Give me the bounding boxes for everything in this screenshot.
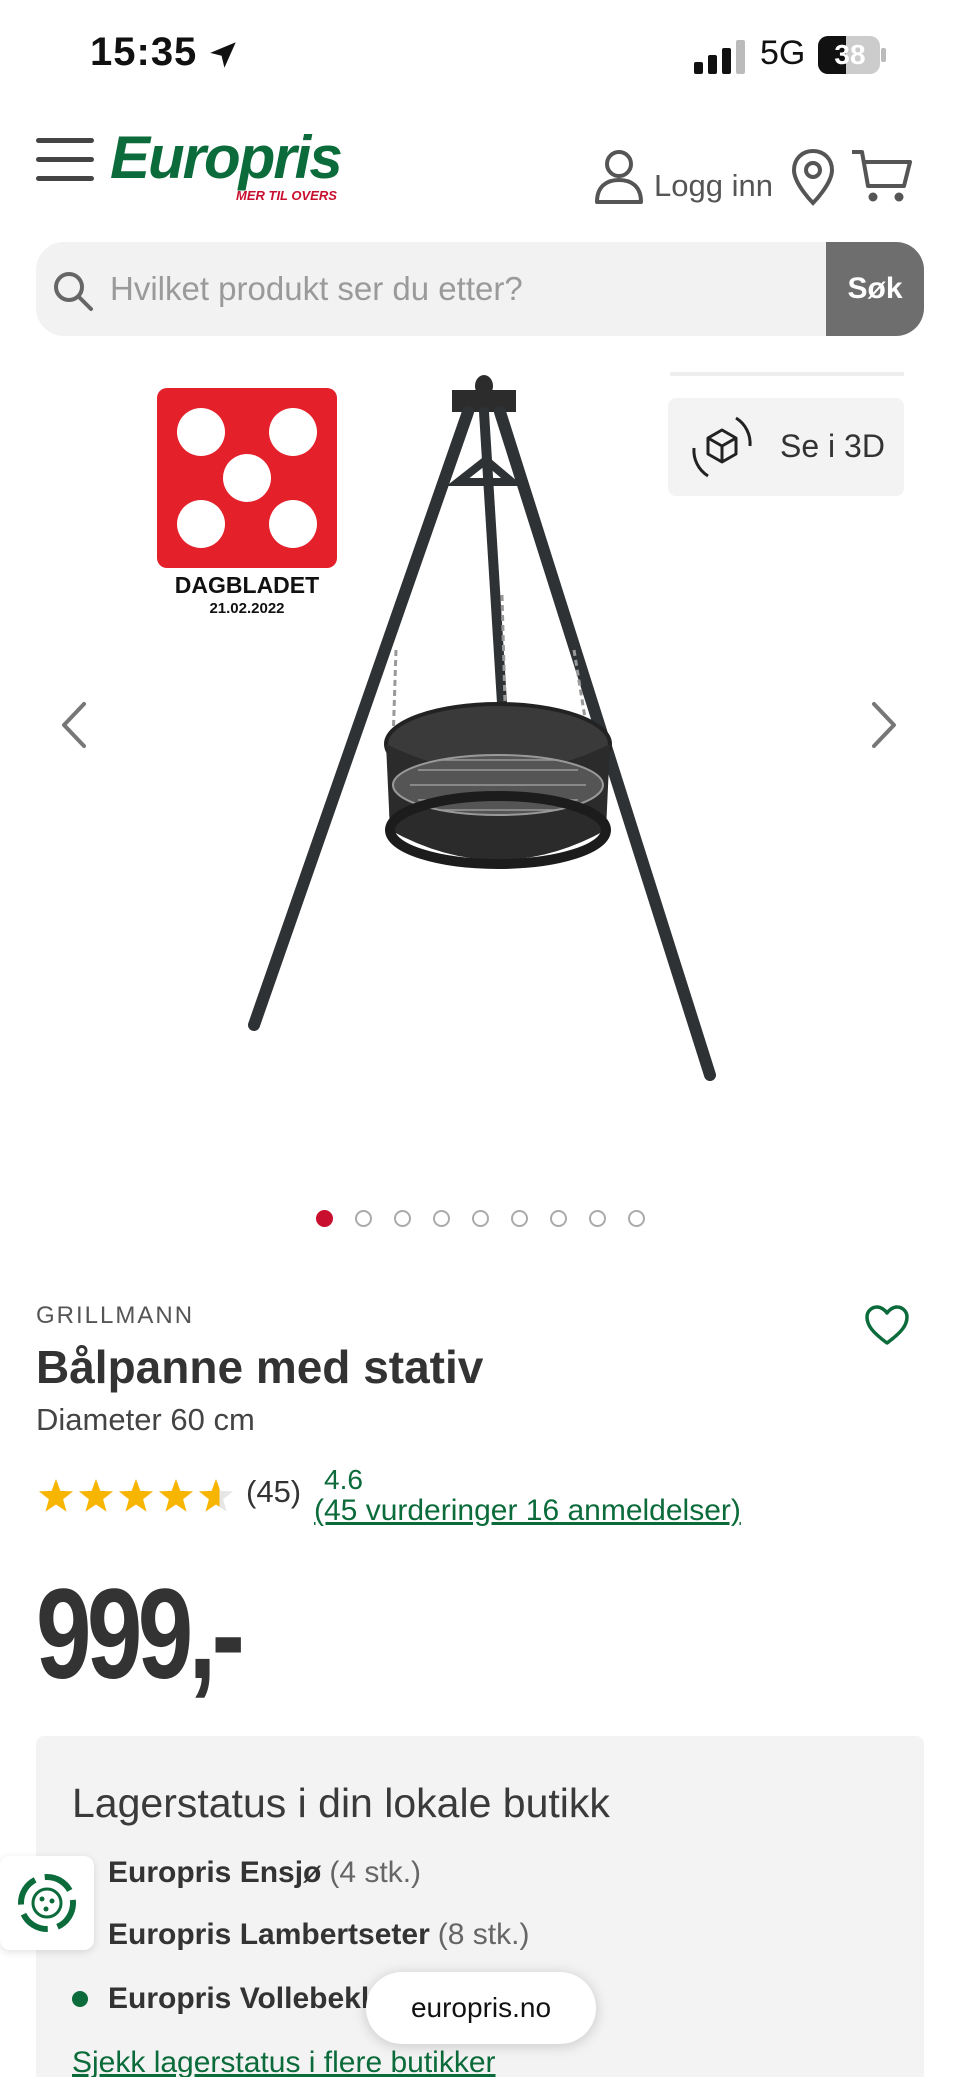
battery-level: 38 [834,39,866,70]
search-button[interactable]: Søk [826,242,924,336]
product-image [248,375,716,1081]
store-locator-icon[interactable] [790,148,836,206]
gallery-dot[interactable] [471,1210,489,1227]
product-brand[interactable]: GRILLMANN [36,1302,194,1330]
rating-value: 4.6 [324,1464,363,1495]
gallery-dot[interactable] [393,1210,411,1227]
status-time: 15:35 [90,30,198,74]
store-row: Europris Ensjø (4 stk.) [72,1856,421,1890]
product-title: Bålpanne med stativ [36,1341,484,1393]
cellular-signal-icon [694,40,745,74]
search-icon [54,272,93,311]
logo-tagline: MER TIL OVERS [236,188,337,203]
star-icon [38,1479,74,1512]
reviews-link[interactable]: (45 vurderinger 16 anmeldelser) [314,1494,741,1528]
review-count[interactable]: (45) [246,1474,301,1510]
gallery-dot[interactable] [354,1210,372,1227]
check-more-stores-link[interactable]: Sjekk lagerstatus i flere butikker [72,2046,496,2077]
product-price: 999,- [36,1563,245,1706]
favorite-heart-icon[interactable] [864,1304,910,1346]
store-name: Europris Lambertseter [108,1918,430,1951]
rating-stars[interactable] [36,1476,236,1516]
store-name: Europris Ensjø [108,1856,322,1889]
gallery-dot[interactable] [315,1210,333,1227]
logo-text: Europris [110,124,343,191]
gallery-dot[interactable] [432,1210,450,1227]
europris-logo[interactable]: Europris MER TIL OVERS [110,124,343,208]
network-type: 5G [760,34,806,72]
gallery-dot[interactable] [627,1210,645,1227]
store-name: Europris Vollebekk [108,1982,378,2015]
gallery-dot[interactable] [588,1210,606,1227]
login-link[interactable]: Logg inn [654,168,773,204]
star-icon [158,1479,194,1512]
star-icon [198,1479,234,1512]
search-input[interactable] [110,264,810,314]
cookie-settings-icon[interactable] [0,1856,94,1950]
gallery-next-button[interactable] [866,700,902,750]
browser-url-pill[interactable]: europris.no [366,1972,596,2044]
store-row: Europris Lambertseter (8 stk.) [72,1918,529,1952]
star-icon [78,1479,114,1512]
user-icon[interactable] [594,148,644,204]
star-icon [118,1479,154,1512]
gallery-dot[interactable] [549,1210,567,1227]
gallery-prev-button[interactable] [56,700,92,750]
cart-icon[interactable] [850,148,912,204]
view-in-3d-label: Se i 3D [780,428,885,464]
in-stock-dot [72,1991,88,2007]
product-subtitle: Diameter 60 cm [36,1402,255,1437]
location-arrow-icon [210,42,236,68]
gallery-dot[interactable] [510,1210,528,1227]
menu-button[interactable] [36,138,94,182]
stock-title: Lagerstatus i din lokale butikk [72,1780,610,1826]
gallery-pagination [0,1210,960,1230]
store-qty: (4 stk.) [329,1856,422,1889]
store-row: Europris Vollebekk [72,1982,386,2016]
store-qty: (8 stk.) [437,1918,530,1951]
